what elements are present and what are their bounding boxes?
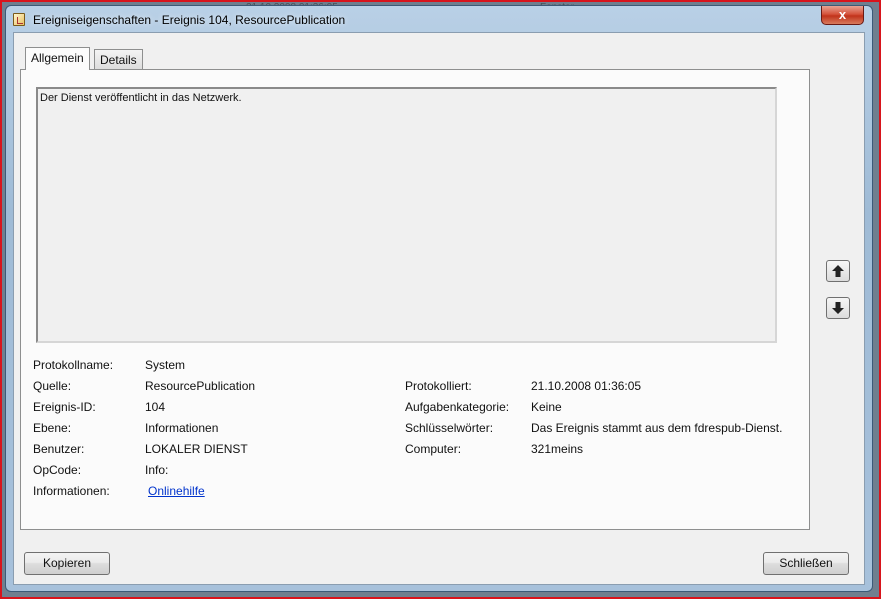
close-window-button[interactable]: x (821, 6, 864, 25)
property-value-user: LOKALER DIENST (145, 442, 248, 456)
property-label-opcode: OpCode: (33, 463, 82, 477)
event-properties-grid: Protokollname: System Quelle: ResourcePu… (33, 358, 803, 508)
property-label-information: Informationen: (33, 484, 110, 498)
arrow-up-icon (832, 265, 844, 277)
property-value-source: ResourcePublication (145, 379, 256, 393)
property-label-logged: Protokolliert: (405, 379, 472, 393)
tab-allgemein[interactable]: Allgemein (25, 47, 90, 70)
property-label-event-id: Ereignis-ID: (33, 400, 96, 414)
property-value-computer: 321meins (531, 442, 584, 456)
next-event-button[interactable] (826, 297, 850, 319)
online-help-link[interactable]: Onlinehilfe (148, 484, 205, 498)
event-properties-icon (13, 13, 25, 26)
property-label-source: Quelle: (33, 379, 72, 393)
close-button[interactable]: Schließen (763, 552, 849, 575)
property-label-user: Benutzer: (33, 442, 85, 456)
tab-details[interactable]: Details (94, 49, 143, 70)
arrow-down-icon (832, 302, 844, 314)
property-label-computer: Computer: (405, 442, 462, 456)
property-label-log-name: Protokollname: (33, 358, 114, 372)
previous-event-button[interactable] (826, 260, 850, 282)
property-value-log-name: System (145, 358, 186, 372)
window-title: Ereigniseigenschaften - Ereignis 104, Re… (33, 13, 346, 27)
property-label-task-category: Aufgabenkategorie: (405, 400, 510, 414)
title-bar[interactable]: Ereigniseigenschaften - Ereignis 104, Re… (6, 6, 872, 32)
general-tab-panel: Der Dienst veröffentlicht in das Netzwer… (20, 69, 810, 530)
property-label-keywords: Schlüsselwörter: (405, 421, 494, 435)
property-value-level: Informationen (145, 421, 219, 435)
copy-button[interactable]: Kopieren (24, 552, 110, 575)
dialog-body: Allgemein Details Der Dienst veröffentli… (13, 32, 865, 585)
property-value-event-id: 104 (145, 400, 166, 414)
event-properties-window: Ereigniseigenschaften - Ereignis 104, Re… (5, 5, 873, 592)
property-label-level: Ebene: (33, 421, 72, 435)
property-value-logged: 21.10.2008 01:36:05 (531, 379, 642, 393)
event-description[interactable]: Der Dienst veröffentlicht in das Netzwer… (36, 87, 777, 343)
property-value-task-category: Keine (531, 400, 562, 414)
property-value-opcode: Info: (145, 463, 169, 477)
property-value-keywords: Das Ereignis stammt aus dem fdrespub-Die… (531, 421, 783, 435)
